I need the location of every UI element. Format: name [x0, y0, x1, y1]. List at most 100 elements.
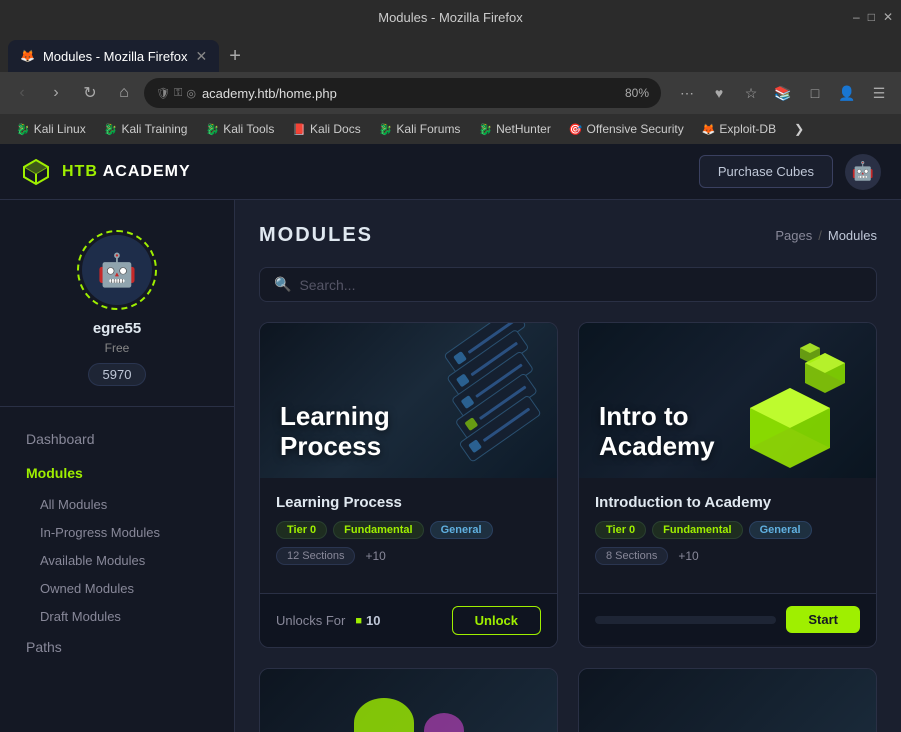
search-input[interactable]: [299, 277, 862, 293]
bookmark-offensive-security[interactable]: 🎯 Offensive Security: [561, 119, 692, 139]
module-card-footer-learning-process: Unlocks For ■10 Unlock: [260, 593, 557, 647]
sidebar-item-modules[interactable]: Modules: [16, 457, 218, 489]
module-card-learning-process: LearningProcess: [259, 322, 558, 648]
bookmark-nethunter[interactable]: 🐉 NetHunter: [470, 119, 558, 139]
offensive-security-label: Offensive Security: [587, 122, 684, 136]
module-meta-intro-academy: 8 Sections +10: [595, 547, 860, 565]
profile-username: egre55: [93, 320, 141, 337]
exploit-db-icon: 🦊: [702, 123, 716, 136]
kali-forums-icon: 🐉: [379, 123, 393, 136]
address-bar-icons: 🛡 ⚿ ◎: [156, 87, 196, 100]
sidebar-item-in-progress[interactable]: In-Progress Modules: [16, 519, 218, 546]
partial-module-card-right: [578, 668, 877, 732]
browser-toolbar: ‹ › ↻ ⌂ 🛡 ⚿ ◎ academy.htb/home.php 80% ⋯…: [0, 72, 901, 114]
unlocks-value-lp: ■10: [355, 613, 380, 628]
kali-docs-icon: 📕: [292, 123, 306, 136]
bookmarks-bar: 🐉 Kali Linux 🐉 Kali Training 🐉 Kali Tool…: [0, 114, 901, 144]
sidebar-item-available[interactable]: Available Modules: [16, 547, 218, 574]
menu-button[interactable]: ☰: [865, 79, 893, 107]
tab-bar: 🦊 Modules - Mozilla Firefox ✕ +: [0, 34, 901, 72]
breadcrumb-pages[interactable]: Pages: [775, 228, 812, 243]
profile-avatar: 🤖: [82, 235, 152, 305]
user-profile: 🤖 egre55 Free 5970: [0, 220, 234, 407]
bookmark-kali-tools[interactable]: 🐉 Kali Tools: [197, 119, 282, 139]
start-button-ia[interactable]: Start: [786, 606, 860, 633]
user-avatar[interactable]: 🤖: [845, 154, 881, 190]
page-title: MODULES: [259, 224, 373, 247]
content-area: MODULES Pages / Modules 🔍 LearningProces…: [235, 200, 901, 732]
logo-text: HTB ACADEMY: [62, 163, 191, 181]
available-label: Available Modules: [40, 553, 145, 568]
account-button[interactable]: 👤: [833, 79, 861, 107]
purchase-cubes-button[interactable]: Purchase Cubes: [699, 155, 833, 188]
minimize-icon[interactable]: –: [853, 10, 860, 24]
tag-tier0-lp: Tier 0: [276, 521, 327, 539]
active-tab[interactable]: 🦊 Modules - Mozilla Firefox ✕: [8, 40, 219, 72]
browser-title: Modules - Mozilla Firefox: [378, 10, 523, 25]
module-meta-learning-process: 12 Sections +10: [276, 547, 541, 565]
bookmark-kali-training[interactable]: 🐉 Kali Training: [96, 119, 196, 139]
zoom-level: 80%: [625, 86, 649, 100]
restore-icon[interactable]: □: [868, 10, 875, 24]
breadcrumb: Pages / Modules: [775, 228, 877, 243]
tag-general-ia: General: [749, 521, 812, 539]
draft-label: Draft Modules: [40, 609, 121, 624]
sidebar-item-all-modules[interactable]: All Modules: [16, 491, 218, 518]
tag-fundamental-lp: Fundamental: [333, 521, 423, 539]
user-avatar-icon: 🤖: [852, 161, 874, 182]
star-button[interactable]: ☆: [737, 79, 765, 107]
sidebar-item-owned[interactable]: Owned Modules: [16, 575, 218, 602]
bookmark-more[interactable]: ❯: [786, 119, 812, 139]
offensive-security-icon: 🎯: [569, 123, 583, 136]
synced-tabs-button[interactable]: □: [801, 79, 829, 107]
unlock-button-lp[interactable]: Unlock: [452, 606, 541, 635]
toolbar-icons: ⋯ ♥ ☆ 📚 □ 👤 ☰: [673, 79, 893, 107]
module-card-body-learning-process: Learning Process Tier 0 Fundamental Gene…: [260, 478, 557, 593]
bookmark-exploit-db[interactable]: 🦊 Exploit-DB: [694, 119, 784, 139]
home-button[interactable]: ⌂: [110, 79, 138, 107]
module-title-overlay-intro-academy: Intro toAcademy: [599, 402, 715, 462]
partial-modules-grid: [259, 668, 877, 732]
forward-button[interactable]: ›: [42, 79, 70, 107]
extra-ia: +10: [678, 549, 698, 563]
sections-badge-ia: 8 Sections: [595, 547, 668, 565]
close-icon[interactable]: ✕: [883, 10, 893, 24]
reload-button[interactable]: ↻: [76, 79, 104, 107]
tag-tier0-ia: Tier 0: [595, 521, 646, 539]
cube-icon-lp: ■: [355, 615, 362, 627]
module-card-image-intro-academy: Intro toAcademy: [579, 323, 876, 478]
lock-icon: ⚿: [174, 87, 182, 100]
bookmark-kali-forums[interactable]: 🐉 Kali Forums: [371, 119, 469, 139]
module-title-overlay-learning-process: LearningProcess: [280, 402, 390, 462]
partial-module-card-left: [259, 668, 558, 732]
sidebar-item-dashboard[interactable]: Dashboard: [16, 423, 218, 455]
sidebar-item-draft[interactable]: Draft Modules: [16, 603, 218, 630]
module-tags-intro-academy: Tier 0 Fundamental General: [595, 521, 860, 539]
new-tab-button[interactable]: +: [221, 40, 249, 72]
tag-fundamental-ia: Fundamental: [652, 521, 742, 539]
in-progress-label: In-Progress Modules: [40, 525, 160, 540]
sidebar-item-paths[interactable]: Paths: [16, 631, 218, 663]
sidebar-nav: Dashboard Modules All Modules In-Progres…: [0, 423, 234, 665]
tab-close-button[interactable]: ✕: [195, 48, 207, 65]
privacy-icon: ◎: [186, 87, 196, 100]
shield-icon: 🛡: [156, 87, 170, 100]
back-button[interactable]: ‹: [8, 79, 36, 107]
logo-htb: HTB: [62, 163, 103, 180]
bookmark-kali-linux[interactable]: 🐉 Kali Linux: [8, 119, 94, 139]
bookmark-kali-docs[interactable]: 📕 Kali Docs: [284, 119, 368, 139]
modules-label: Modules: [26, 465, 83, 481]
all-modules-label: All Modules: [40, 497, 107, 512]
browser-titlebar: Modules - Mozilla Firefox – □ ✕: [0, 0, 901, 34]
owned-label: Owned Modules: [40, 581, 134, 596]
profile-cubes: 5970: [88, 363, 147, 386]
main-layout: 🤖 egre55 Free 5970 Dashboard Modules All…: [0, 200, 901, 732]
library-button[interactable]: 📚: [769, 79, 797, 107]
content-header: MODULES Pages / Modules: [259, 224, 877, 247]
sidebar: 🤖 egre55 Free 5970 Dashboard Modules All…: [0, 200, 235, 732]
module-card-footer-intro-academy: Start: [579, 593, 876, 645]
extensions-button[interactable]: ⋯: [673, 79, 701, 107]
search-icon: 🔍: [274, 276, 291, 293]
pocket-button[interactable]: ♥: [705, 79, 733, 107]
address-bar[interactable]: 🛡 ⚿ ◎ academy.htb/home.php 80%: [144, 78, 661, 108]
